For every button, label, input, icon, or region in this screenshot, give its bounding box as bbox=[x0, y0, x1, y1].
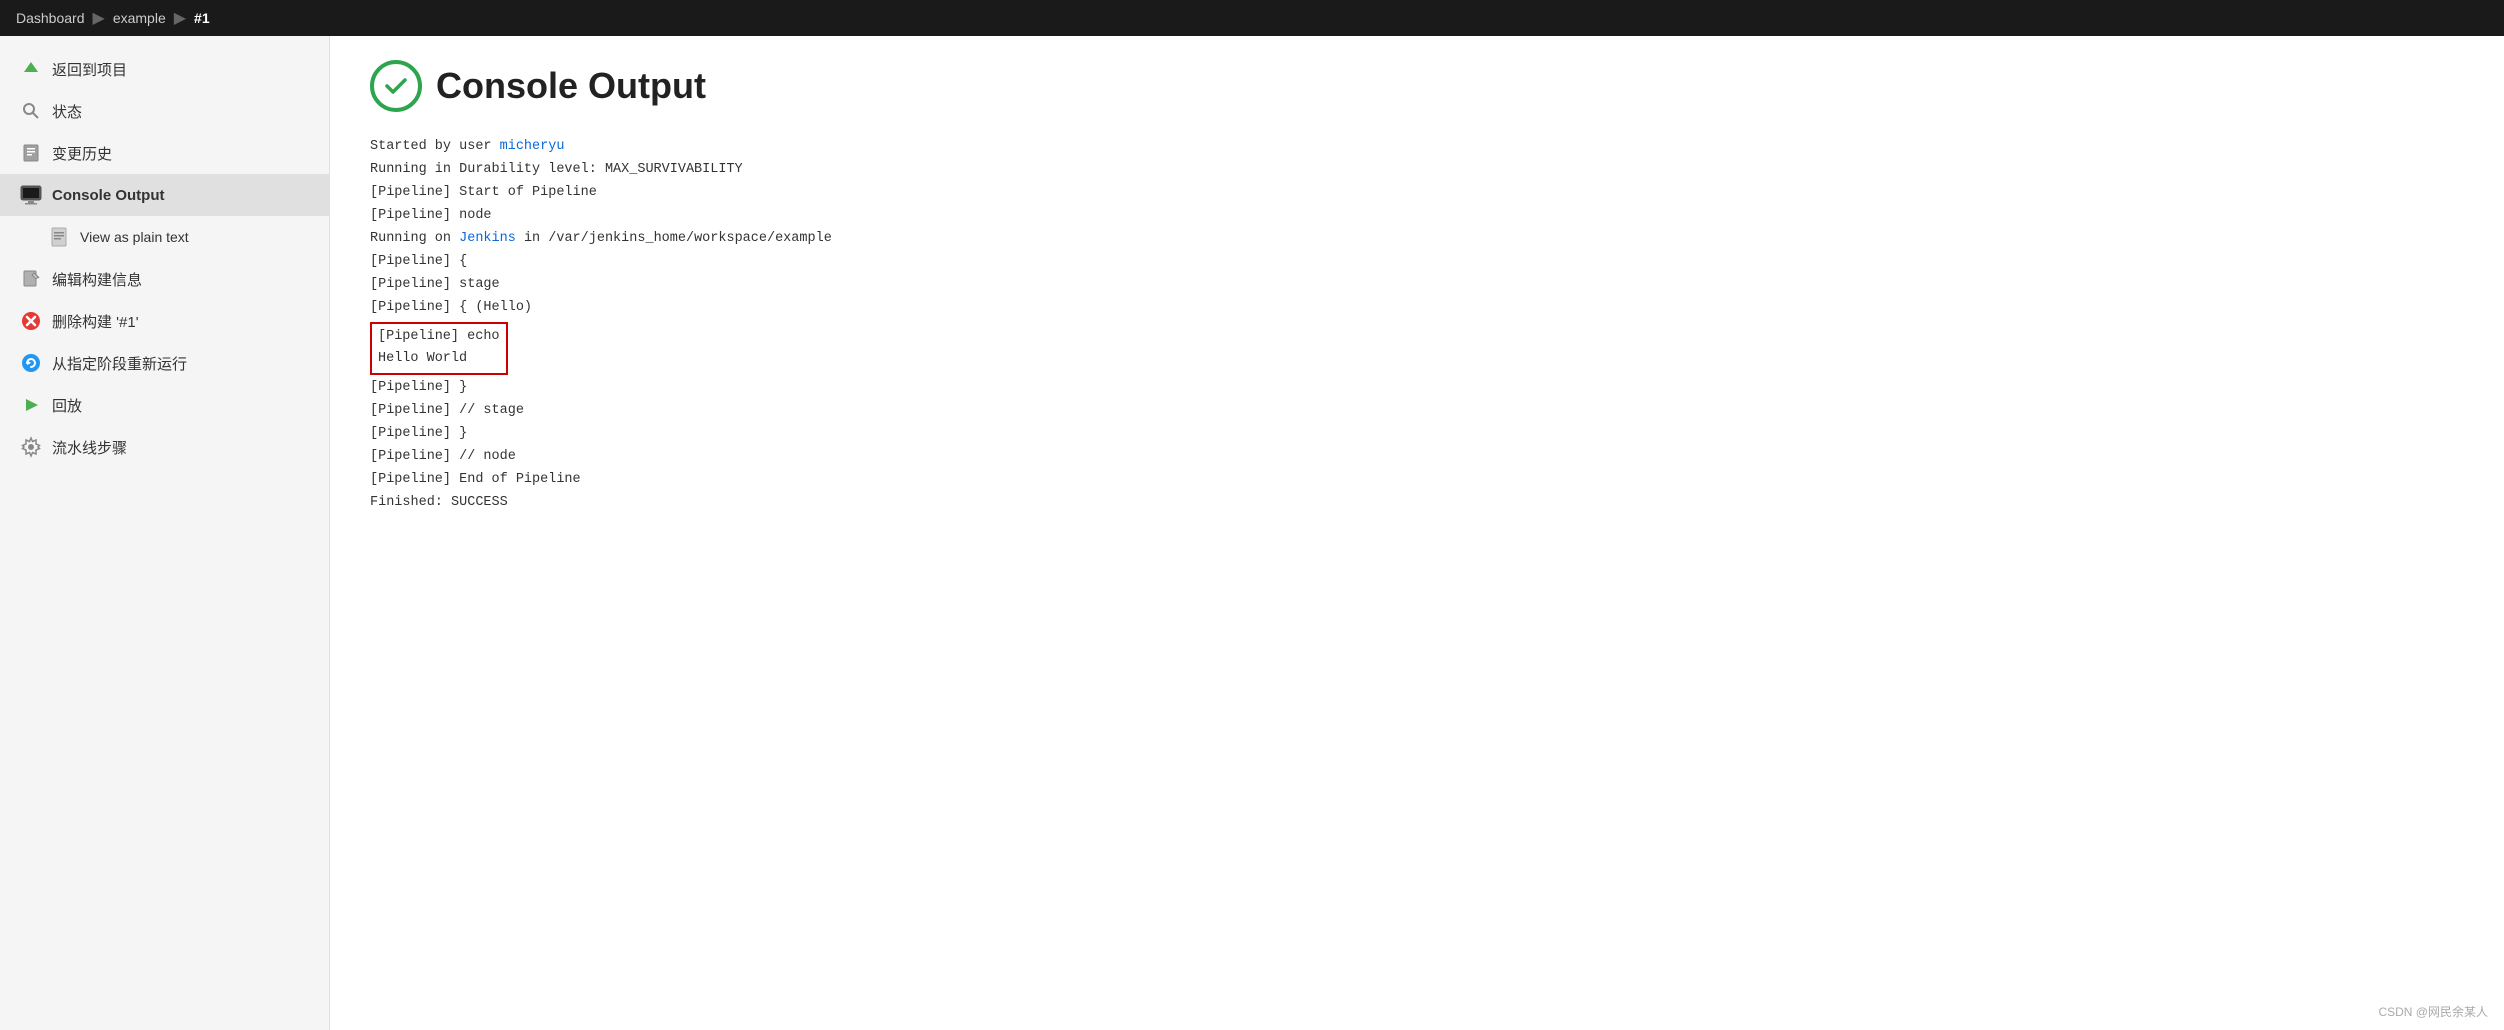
sidebar-item-restart-from-stage[interactable]: 从指定阶段重新运行 bbox=[0, 342, 329, 384]
sidebar-label-back: 返回到项目 bbox=[52, 59, 127, 80]
sidebar-item-delete-build[interactable]: 删除构建 '#1' bbox=[0, 300, 329, 342]
sidebar-item-replay[interactable]: 回放 bbox=[0, 384, 329, 426]
magnifier-icon bbox=[20, 100, 42, 122]
console-line-12: [Pipeline] // stage bbox=[370, 400, 2464, 423]
refresh-circle-icon bbox=[20, 352, 42, 374]
sidebar-item-changes[interactable]: 变更历史 bbox=[0, 132, 329, 174]
sidebar-label-replay: 回放 bbox=[52, 395, 82, 416]
delete-circle-icon bbox=[20, 310, 42, 332]
console-line-4: [Pipeline] node bbox=[370, 205, 2464, 228]
sidebar-label-edit-build: 编辑构建信息 bbox=[52, 269, 142, 290]
notepad2-icon bbox=[20, 268, 42, 290]
sidebar-label-console: Console Output bbox=[52, 187, 165, 204]
sidebar-item-view-plain-text[interactable]: View as plain text bbox=[0, 216, 329, 258]
notepad-icon bbox=[20, 142, 42, 164]
breadcrumb: Dashboard ▶ example ▶ #1 bbox=[0, 0, 2504, 36]
sidebar-label-restart: 从指定阶段重新运行 bbox=[52, 353, 187, 374]
console-line-5: Running on Jenkins in /var/jenkins_home/… bbox=[370, 228, 2464, 251]
nav-dashboard[interactable]: Dashboard bbox=[16, 10, 85, 26]
watermark: CSDN @网民余某人 bbox=[2378, 1003, 2488, 1020]
nav-build: #1 bbox=[194, 10, 210, 26]
breadcrumb-sep-1: ▶ bbox=[93, 8, 105, 28]
main-content: Console Output Started by user micheryu … bbox=[330, 36, 2504, 1030]
console-line-7: [Pipeline] stage bbox=[370, 274, 2464, 297]
breadcrumb-sep-2: ▶ bbox=[174, 8, 186, 28]
nav-example[interactable]: example bbox=[113, 10, 166, 26]
sidebar-label-delete: 删除构建 '#1' bbox=[52, 311, 139, 332]
console-highlighted-block: [Pipeline] echo Hello World bbox=[370, 322, 508, 376]
arrow-replay-icon bbox=[20, 394, 42, 416]
console-line-1: Started by user micheryu bbox=[370, 136, 2464, 159]
console-line-8: [Pipeline] { (Hello) bbox=[370, 297, 2464, 320]
user-link[interactable]: micheryu bbox=[500, 139, 565, 154]
sidebar-item-status[interactable]: 状态 bbox=[0, 90, 329, 132]
sidebar-label-changes: 变更历史 bbox=[52, 143, 112, 164]
console-line-10: Hello World bbox=[378, 348, 500, 371]
sidebar-item-edit-build[interactable]: 编辑构建信息 bbox=[0, 258, 329, 300]
monitor-icon bbox=[20, 184, 42, 206]
page-title: Console Output bbox=[436, 65, 706, 107]
console-line-2: Running in Durability level: MAX_SURVIVA… bbox=[370, 159, 2464, 182]
doc-icon bbox=[48, 226, 70, 248]
sidebar-item-pipeline-steps[interactable]: 流水线步骤 bbox=[0, 426, 329, 468]
arrow-up-icon bbox=[20, 58, 42, 80]
sidebar-label-status: 状态 bbox=[52, 101, 82, 122]
success-icon bbox=[370, 60, 422, 112]
console-line-14: [Pipeline] // node bbox=[370, 446, 2464, 469]
console-output: Started by user micheryu Running in Dura… bbox=[370, 136, 2464, 515]
console-line-6: [Pipeline] { bbox=[370, 251, 2464, 274]
gear-icon bbox=[20, 436, 42, 458]
console-line-16: Finished: SUCCESS bbox=[370, 492, 2464, 515]
page-title-area: Console Output bbox=[370, 60, 2464, 112]
jenkins-link[interactable]: Jenkins bbox=[459, 231, 516, 246]
console-line-3: [Pipeline] Start of Pipeline bbox=[370, 182, 2464, 205]
sidebar-item-back-to-project[interactable]: 返回到项目 bbox=[0, 48, 329, 90]
console-line-11: [Pipeline] } bbox=[370, 377, 2464, 400]
console-line-9: [Pipeline] echo bbox=[378, 326, 500, 349]
sidebar-item-console-output[interactable]: Console Output bbox=[0, 174, 329, 216]
sidebar-label-pipeline-steps: 流水线步骤 bbox=[52, 437, 127, 458]
console-line-13: [Pipeline] } bbox=[370, 423, 2464, 446]
sidebar-label-plain-text: View as plain text bbox=[80, 229, 189, 245]
console-line-15: [Pipeline] End of Pipeline bbox=[370, 469, 2464, 492]
sidebar: 返回到项目 状态 变更历史 bbox=[0, 36, 330, 1030]
